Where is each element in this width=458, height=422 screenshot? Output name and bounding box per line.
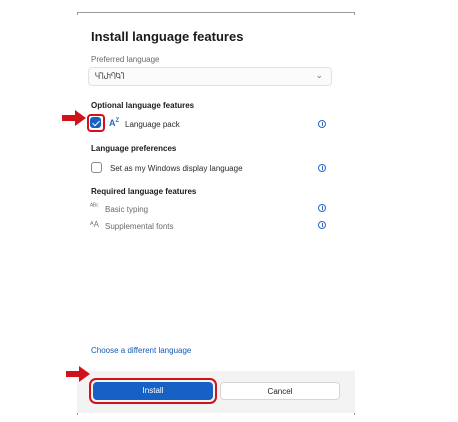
- info-icon[interactable]: [318, 204, 326, 212]
- preferred-language-label: Preferred language: [91, 55, 160, 64]
- language-preferences-heading: Language preferences: [91, 144, 177, 153]
- language-pack-icon: AZ: [109, 118, 120, 128]
- basic-typing-label: Basic typing: [105, 205, 149, 214]
- display-language-checkbox[interactable]: [91, 162, 102, 173]
- preferred-language-select[interactable]: ႷႨႰႤႩႨ ⌄: [88, 67, 332, 86]
- dialog-right-edge: [354, 12, 355, 15]
- dialog-top-border: [77, 12, 355, 13]
- dialog-bottom-edge-left: [77, 413, 78, 415]
- dialog-left-edge: [77, 12, 78, 15]
- chevron-down-icon: ⌄: [315, 70, 323, 80]
- install-button[interactable]: Install: [93, 382, 213, 400]
- info-icon[interactable]: [318, 120, 326, 128]
- checkmark-icon: [92, 118, 100, 127]
- choose-different-language-link[interactable]: Choose a different language: [91, 346, 191, 355]
- display-language-label: Set as my Windows display language: [110, 164, 243, 173]
- language-pack-checkbox[interactable]: [90, 117, 101, 128]
- preferred-language-value: ႷႨႰႤႩႨ: [95, 72, 125, 81]
- required-features-heading: Required language features: [91, 187, 197, 196]
- font-icon: ᴬA: [90, 220, 99, 229]
- language-pack-label: Language pack: [125, 120, 180, 129]
- red-arrow-icon: [62, 110, 86, 126]
- supplemental-fonts-label: Supplemental fonts: [105, 222, 174, 231]
- optional-features-heading: Optional language features: [91, 101, 195, 110]
- red-arrow-icon: [66, 366, 90, 382]
- info-icon[interactable]: [318, 221, 326, 229]
- cancel-button[interactable]: Cancel: [220, 382, 340, 400]
- dialog-title: Install language features: [91, 29, 244, 44]
- dialog-bottom-edge-right: [354, 413, 355, 415]
- abc-typing-icon: ᴬᴮᶜ: [90, 203, 99, 210]
- info-icon[interactable]: [318, 164, 326, 172]
